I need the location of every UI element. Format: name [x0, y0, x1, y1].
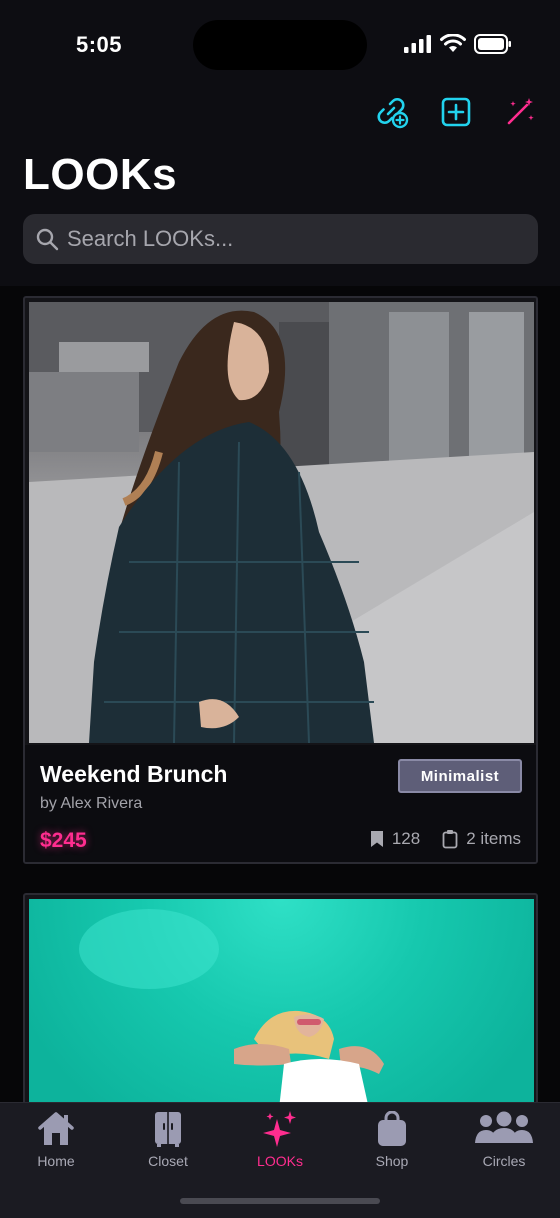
look-photo-illustration [79, 909, 384, 1102]
look-photo[interactable] [29, 899, 534, 1102]
dynamic-island [193, 20, 367, 70]
status-time: 5:05 [76, 32, 123, 57]
look-photo[interactable] [29, 302, 534, 743]
look-price: $245 [40, 829, 87, 852]
tab-label: Closet [148, 1153, 188, 1169]
clipboard-icon [442, 830, 458, 849]
tab-label: Shop [375, 1153, 409, 1169]
tab-closet[interactable]: Closet [112, 1111, 224, 1169]
signal-icon [404, 35, 431, 53]
looks-feed[interactable]: Weekend Brunch by Alex Rivera $245 Minim… [0, 286, 560, 1102]
item-count: 2 items [466, 829, 521, 848]
search-bar[interactable] [23, 214, 538, 264]
look-title[interactable]: Weekend Brunch [40, 761, 227, 788]
plus-square-icon [441, 97, 471, 127]
style-badge[interactable]: Minimalist [398, 759, 522, 793]
home-indicator [180, 1198, 380, 1204]
header-actions [374, 94, 538, 130]
home-icon [38, 1112, 74, 1145]
look-info: Weekend Brunch by Alex Rivera $245 Minim… [25, 745, 536, 862]
battery-icon [474, 34, 511, 54]
search-icon [36, 228, 59, 251]
closet-icon [155, 1112, 181, 1147]
look-card[interactable] [23, 893, 538, 1102]
magic-wand-icon [507, 98, 534, 125]
tab-looks[interactable]: LOOKs [224, 1111, 336, 1169]
look-card[interactable]: Weekend Brunch by Alex Rivera $245 Minim… [23, 296, 538, 864]
tab-shop[interactable]: Shop [336, 1111, 448, 1169]
tab-circles[interactable]: Circles [448, 1111, 560, 1169]
tab-home[interactable]: Home [0, 1111, 112, 1169]
link-add-icon [377, 98, 409, 129]
page-title: LOOKs [23, 150, 178, 199]
look-author[interactable]: by Alex Rivera [40, 795, 142, 813]
header: LOOKs [0, 86, 560, 286]
save-count: 128 [391, 829, 421, 848]
look-photo-illustration [29, 302, 534, 743]
status-bar: 5:05 [0, 0, 560, 86]
bookmark-icon[interactable] [370, 830, 384, 848]
tab-label: Circles [482, 1153, 526, 1169]
tab-label: Home [37, 1153, 75, 1169]
add-link-button[interactable] [374, 94, 410, 130]
bag-icon [378, 1111, 406, 1146]
create-look-button[interactable] [438, 94, 474, 130]
search-input[interactable] [67, 226, 487, 252]
sparkles-icon [263, 1111, 296, 1147]
tab-label: LOOKs [257, 1153, 303, 1169]
people-icon [475, 1111, 533, 1143]
status-icons [404, 34, 512, 54]
wifi-icon [440, 34, 466, 52]
look-stats: 128 2 items [370, 829, 521, 849]
magic-button[interactable] [502, 94, 538, 130]
